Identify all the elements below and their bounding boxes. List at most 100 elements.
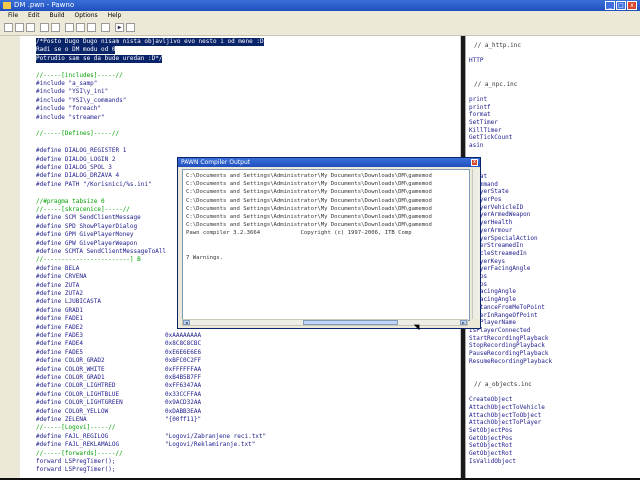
code-line[interactable]: #define SCM SendClientMessage: [36, 214, 141, 222]
code-line[interactable]: #define DIALOG_REGISTER 1: [36, 147, 126, 155]
help-icon[interactable]: [126, 23, 135, 32]
code-line[interactable]: //------------------------] B: [36, 256, 141, 264]
define-value[interactable]: 0x33CCFFAA: [165, 391, 201, 399]
code-line[interactable]: //-----[Defines]-----//: [36, 130, 119, 138]
code-line[interactable]: #define LJUBICASTA: [36, 298, 101, 306]
define-value[interactable]: "Logovi/Reklamiranje.txt": [165, 441, 255, 449]
code-line[interactable]: #define ZUTA: [36, 282, 79, 290]
code-line[interactable]: //-----[Logovi]-----//: [36, 424, 115, 432]
cut-icon[interactable]: [65, 23, 74, 32]
scroll-thumb[interactable]: [303, 320, 398, 325]
new-file-icon[interactable]: [4, 23, 13, 32]
compiler-output-line: C:\Documents and Settings\Administrator\…: [186, 173, 432, 179]
scroll-left-icon[interactable]: ◀: [183, 320, 190, 325]
code-line[interactable]: #define ZUTA2: [36, 290, 83, 298]
code-line[interactable]: #include "YSI\y_ini": [36, 88, 108, 96]
menu-options[interactable]: Options: [75, 12, 98, 19]
compiler-output-line: C:\Documents and Settings\Administrator\…: [186, 205, 432, 212]
define-value[interactable]: 0x8C8C8CBC: [165, 340, 201, 348]
compiler-output-text[interactable]: C:\Documents and Settings\Administrator\…: [182, 169, 470, 321]
find-icon[interactable]: [101, 23, 110, 32]
define-value[interactable]: 0xFFFFFFAA: [165, 366, 201, 374]
menu-file[interactable]: File: [8, 12, 18, 19]
open-folder-icon[interactable]: [15, 23, 24, 32]
code-line[interactable]: #define FADE4: [36, 340, 83, 348]
maximize-icon[interactable]: □: [616, 1, 626, 10]
code-line[interactable]: #define SCMTA SendClientMessageToAll: [36, 248, 166, 256]
code-line[interactable]: #define COLOR_GRAD2: [36, 357, 105, 365]
code-line[interactable]: #define BELA: [36, 265, 79, 273]
scroll-right-icon[interactable]: ▶: [460, 320, 467, 325]
code-line[interactable]: Potrudio sam se da bude uredan :D*/: [36, 54, 163, 63]
compiler-output-line: C:\Documents and Settings\Administrator\…: [186, 197, 432, 204]
close-icon[interactable]: x: [627, 1, 637, 10]
code-line[interactable]: #define FAJL_REKLAMALOG: [36, 441, 119, 449]
menu-edit[interactable]: Edit: [28, 12, 40, 19]
sidebar-function-item[interactable]: IsValidObject: [469, 458, 516, 466]
menu-build[interactable]: Build: [50, 12, 65, 19]
sidebar-function-item[interactable]: ResumeRecordingPlayback: [469, 358, 552, 366]
code-line[interactable]: //#pragma tabsize 0: [36, 198, 105, 206]
code-line[interactable]: #define COLOR_GRAD1: [36, 374, 105, 382]
code-line[interactable]: #define FADE1: [36, 315, 83, 323]
code-line[interactable]: #define FADE2: [36, 324, 83, 332]
copy-icon[interactable]: [76, 23, 85, 32]
define-value[interactable]: 0xAAAAAAAA: [165, 332, 201, 340]
save-icon[interactable]: [26, 23, 35, 32]
code-line[interactable]: #define DIALOG_LOGIN 2: [36, 156, 115, 164]
code-line[interactable]: #define CRVENA: [36, 273, 87, 281]
code-line[interactable]: #define FAJL_REGILOG: [36, 433, 108, 441]
code-line[interactable]: #define COLOR_LIGHTGREEN: [36, 399, 123, 407]
code-line[interactable]: #define FADE3: [36, 332, 83, 340]
menu-bar: File Edit Build Options Help: [0, 11, 640, 21]
menu-help[interactable]: Help: [108, 12, 122, 19]
define-value[interactable]: "{00ff11}": [165, 416, 201, 424]
paste-icon[interactable]: [87, 23, 96, 32]
code-line[interactable]: #define FADE5: [36, 349, 83, 357]
redo-icon[interactable]: [51, 23, 60, 32]
sidebar-section-header: // a_http.inc: [474, 42, 521, 49]
code-line[interactable]: #define SPD ShowPlayerDialog: [36, 223, 137, 231]
code-line[interactable]: /*Posto Dugo Dugo nisam nista objavljivo…: [36, 38, 264, 46]
undo-icon[interactable]: [40, 23, 49, 32]
code-line[interactable]: Radi se o DM modu od 0: [36, 46, 116, 55]
code-line[interactable]: //-----[skracenice]-----//: [36, 206, 130, 214]
code-line[interactable]: #define COLOR_LIGHTRED: [36, 382, 115, 390]
compile-run-icon[interactable]: ▶: [115, 23, 124, 32]
title-bar: DM .pwn - Pawno _ □ x: [0, 0, 640, 11]
define-value[interactable]: "Logovi/Zabranjene reci.txt": [165, 433, 266, 441]
toolbar: ▶: [0, 21, 640, 36]
code-line[interactable]: #include "streamer": [36, 114, 105, 122]
code-line[interactable]: #define COLOR_WHITE: [36, 366, 105, 374]
code-line[interactable]: #define COLOR_YELLOW: [36, 408, 108, 416]
code-line[interactable]: #define GPM GivePlayerMoney: [36, 231, 134, 239]
minimize-icon[interactable]: _: [605, 1, 615, 10]
code-line[interactable]: #define DIALOG_DRZAVA 4: [36, 172, 119, 180]
sidebar-function-item[interactable]: HTTP: [469, 57, 483, 65]
code-line[interactable]: forward LSPregTimer();: [36, 466, 115, 474]
window-title: DM .pwn - Pawno: [14, 1, 75, 9]
dialog-close-icon[interactable]: x: [471, 159, 478, 166]
function-list-sidebar[interactable]: // a_http.inc HTTP// a_npc.inc print printf…: [465, 36, 640, 480]
define-value[interactable]: 0xE6E6E6E6: [165, 349, 201, 357]
define-value[interactable]: 0xBFC0C2FF: [165, 357, 201, 365]
code-line[interactable]: forward LSPregTimer();: [36, 458, 115, 466]
code-line[interactable]: //-----[forwards]-----//: [36, 450, 123, 458]
sidebar-function-item[interactable]: asin: [469, 142, 483, 150]
code-line[interactable]: #define PATH "/Korisnici/%s.ini": [36, 181, 152, 189]
dialog-vertical-scrollbar[interactable]: [472, 169, 480, 319]
define-value[interactable]: 0x9ACD32AA: [165, 399, 201, 407]
code-line[interactable]: #include "a_samp": [36, 80, 97, 88]
code-line[interactable]: //-----[includes]-----//: [36, 72, 123, 80]
code-line[interactable]: #define ZELENA: [36, 416, 87, 424]
code-line[interactable]: #define GRAD1: [36, 307, 83, 315]
code-line[interactable]: #define DIALOG_SPOL 3: [36, 164, 112, 172]
code-line[interactable]: #include "foreach": [36, 105, 101, 113]
define-value[interactable]: 0xB4B5B7FF: [165, 374, 201, 382]
define-value[interactable]: 0xDABB3EAA: [165, 408, 201, 416]
code-line[interactable]: #define COLOR_LIGHTBLUE: [36, 391, 119, 399]
define-value[interactable]: 0xFF6347AA: [165, 382, 201, 390]
code-line[interactable]: #include "YSI\y_commands": [36, 97, 126, 105]
code-line[interactable]: #define GPW GivePlayerWeapon: [36, 240, 137, 248]
dialog-horizontal-scrollbar[interactable]: ◀ ▶: [182, 319, 468, 326]
